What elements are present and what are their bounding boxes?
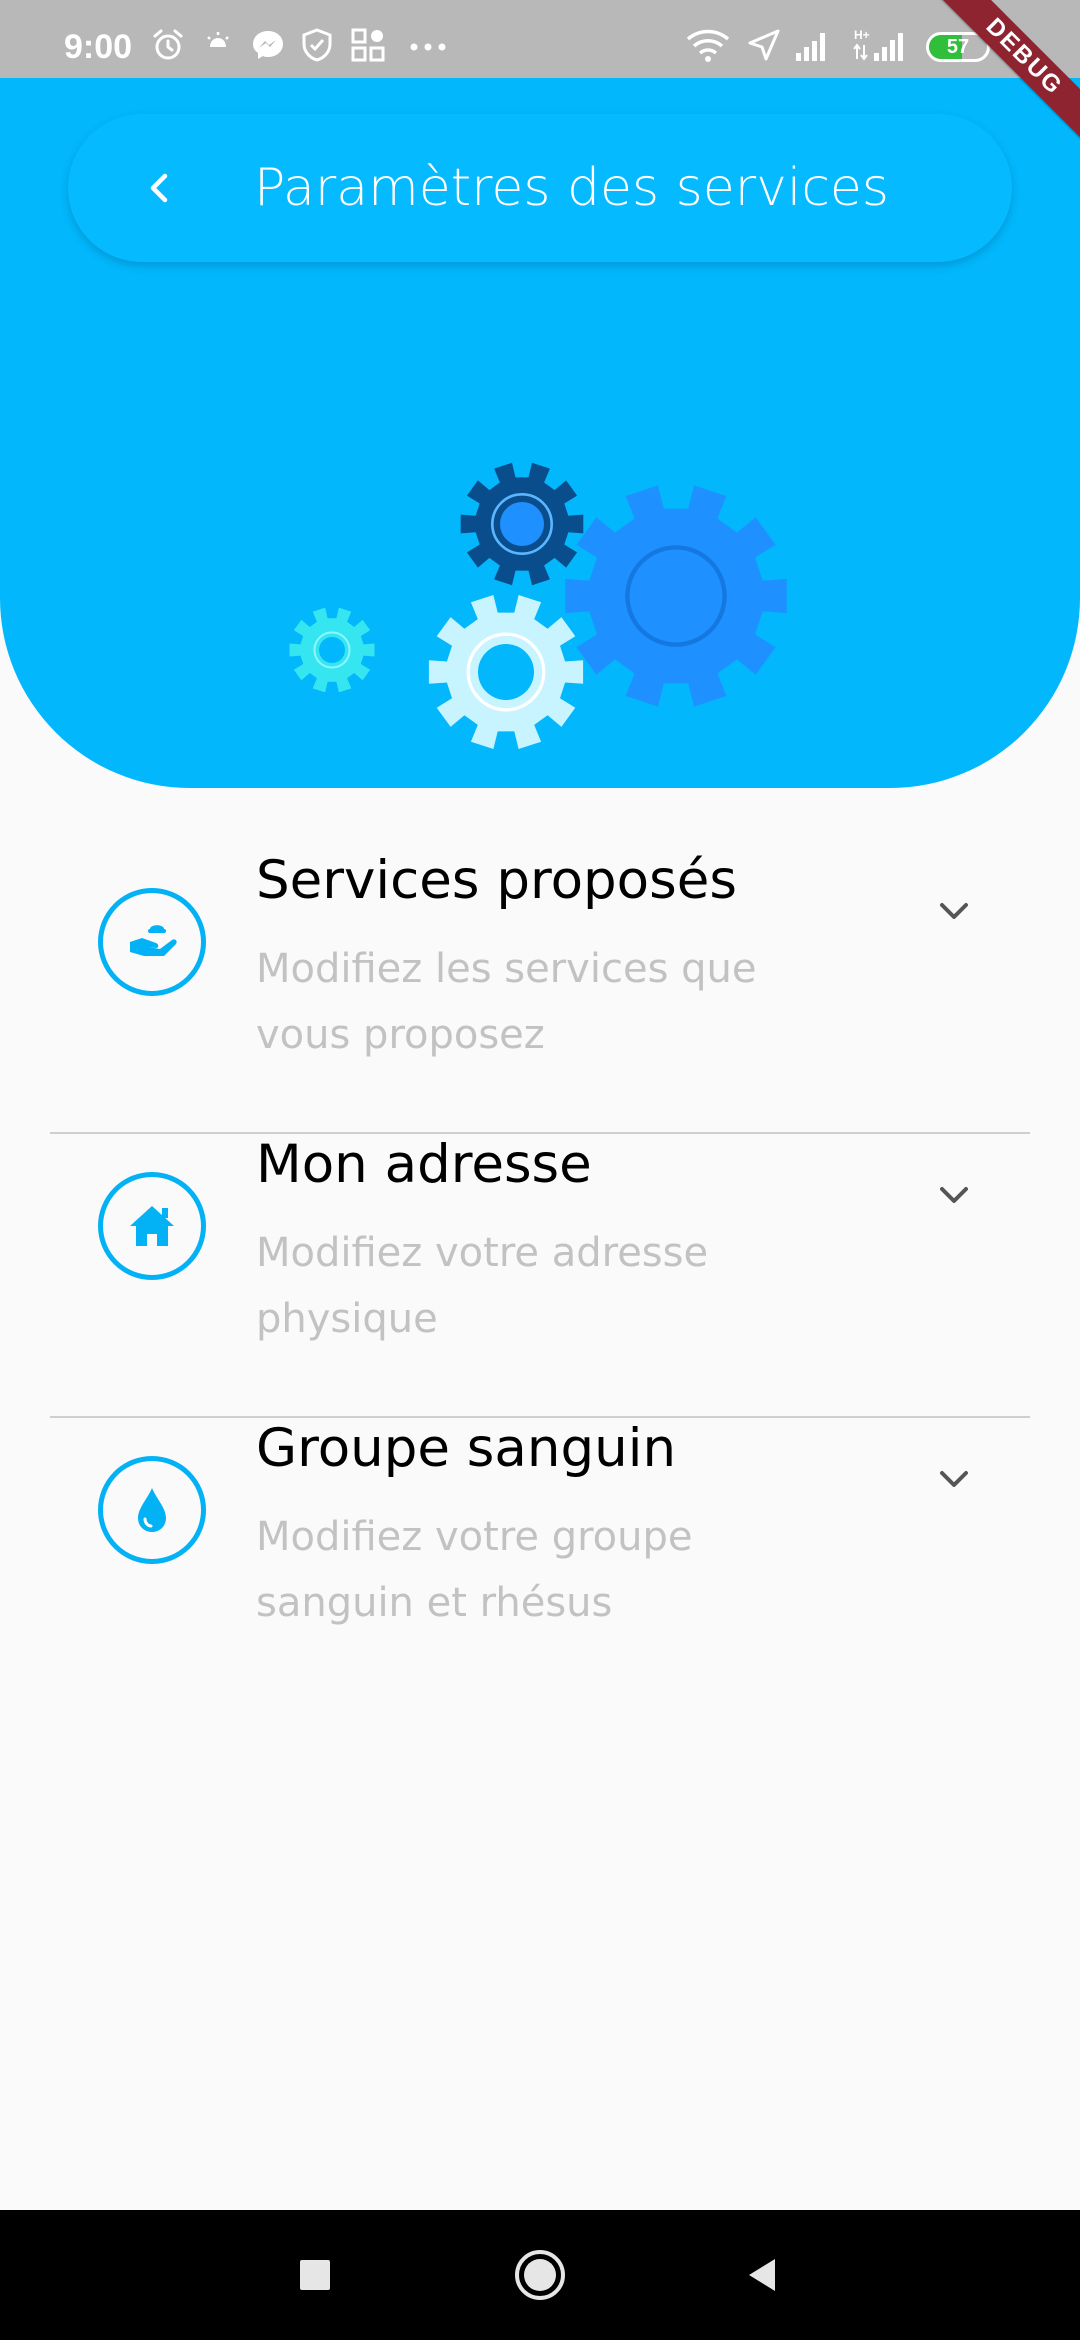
item-subtitle: Modifiez votre groupe sanguin et rhésus [256, 1514, 693, 1626]
more-dots-icon [410, 43, 446, 51]
shield-icon [302, 28, 332, 62]
chevron-down-icon[interactable] [932, 1458, 976, 1502]
status-bar: 9:00 H+ 57 [0, 0, 1080, 78]
network-hplus-icon: H+ [853, 28, 903, 61]
gears-illustration [289, 462, 787, 749]
alarm-icon [153, 29, 183, 60]
blood-drop-icon [98, 1456, 206, 1564]
item-title: Services proposés [256, 850, 737, 911]
gear-small [289, 607, 375, 693]
recents-square-icon [300, 2260, 330, 2290]
item-subtitle: Modifiez votre adresse physique [256, 1230, 709, 1342]
gear-light [428, 595, 584, 749]
battery-level: 57 [946, 36, 970, 58]
setting-item-address[interactable]: Mon adresse Modifiez votre adresse physi… [0, 1134, 1080, 1418]
location-icon [748, 29, 780, 61]
svg-text:H+: H+ [854, 28, 870, 42]
back-button[interactable] [120, 148, 200, 228]
header: Paramètres des services [0, 78, 1080, 788]
page-title: Paramètres des services [254, 158, 889, 218]
gear-dark [460, 462, 584, 586]
wifi-icon [686, 29, 730, 62]
recents-button[interactable] [280, 2240, 350, 2310]
setting-item-services[interactable]: Services proposés Modifiez les services … [0, 850, 1080, 1134]
back-triangle-icon [749, 2259, 775, 2291]
item-title: Mon adresse [256, 1134, 592, 1195]
status-time: 9:00 [64, 28, 133, 66]
weather-icon [207, 32, 229, 53]
apps-icon [351, 28, 385, 62]
back-nav-button[interactable] [726, 2240, 796, 2310]
home-icon [98, 1172, 206, 1280]
screen: 9:00 H+ 57 DEBUG Paramètres des services… [0, 0, 1080, 2340]
gear-large [565, 485, 787, 707]
setting-item-blood-group[interactable]: Groupe sanguin Modifiez votre groupe san… [0, 1418, 1080, 1702]
home-circle-icon [515, 2250, 565, 2300]
hand-service-icon [98, 888, 206, 996]
chevron-left-icon [150, 173, 168, 203]
app-bar: Paramètres des services [68, 114, 1012, 262]
messenger-icon [253, 31, 283, 59]
settings-list: Services proposés Modifiez les services … [0, 850, 1080, 1702]
home-button[interactable] [505, 2240, 575, 2310]
chevron-down-icon[interactable] [932, 1174, 976, 1218]
chevron-down-icon[interactable] [932, 890, 976, 934]
signal-icon [796, 33, 825, 61]
item-subtitle: Modifiez les services que vous proposez [256, 946, 757, 1058]
navigation-bar [0, 2210, 1080, 2340]
item-title: Groupe sanguin [256, 1418, 677, 1479]
